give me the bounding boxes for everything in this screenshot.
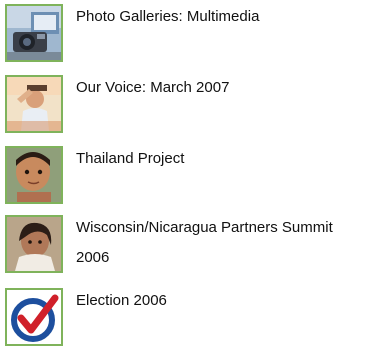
child-portrait-thumbnail[interactable] <box>5 146 63 204</box>
link-label[interactable]: Photo Galleries: Multimedia <box>76 2 376 32</box>
link-label[interactable]: Our Voice: March 2007 <box>76 73 376 103</box>
link-label[interactable]: Wisconsin/Nicaragua Partners Summit 2006 <box>76 213 376 273</box>
link-label[interactable]: Election 2006 <box>76 286 376 316</box>
ballot-checkmark-thumbnail[interactable] <box>5 288 63 346</box>
man-saluting-photo-thumbnail[interactable] <box>5 75 63 133</box>
link-label[interactable]: Thailand Project <box>76 144 376 174</box>
camera-photo-thumbnail[interactable] <box>5 4 63 62</box>
girl-portrait-thumbnail[interactable] <box>5 215 63 273</box>
